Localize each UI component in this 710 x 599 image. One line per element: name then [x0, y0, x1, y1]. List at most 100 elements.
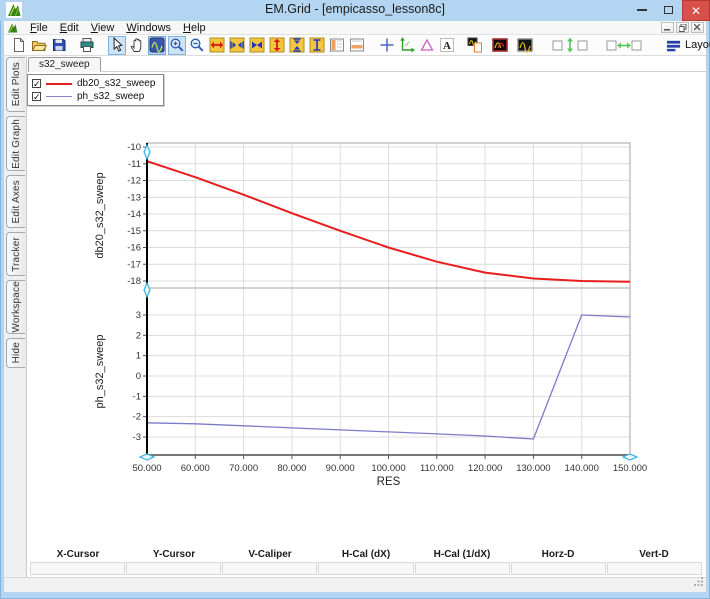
open-file-icon	[31, 37, 47, 53]
readout-column-label: Horz-D	[510, 549, 606, 560]
expand-x-button[interactable]	[208, 36, 226, 55]
readout-column-label: H-Cal (1/dX)	[414, 549, 510, 560]
legend-label: db20_s32_sweep	[77, 78, 155, 89]
svg-text:1: 1	[136, 351, 141, 362]
fit-y-icon	[309, 37, 325, 53]
sidebar-tab-label: Tracker	[11, 237, 22, 272]
menu-file[interactable]: File	[24, 22, 54, 34]
plot-style-dark-button[interactable]	[516, 36, 534, 55]
split-bottom-button[interactable]	[348, 36, 366, 55]
sidebar-tab-edit-axes[interactable]: Edit Axes	[6, 175, 25, 228]
svg-text:-14: -14	[127, 209, 141, 220]
child-restore-button[interactable]	[676, 22, 689, 33]
axis-handle-icon[interactable]	[144, 283, 150, 297]
minimize-button[interactable]	[630, 0, 654, 20]
readout-value-cell	[318, 562, 413, 575]
axes-tool-button[interactable]	[398, 36, 416, 55]
select-cursor-icon	[109, 37, 125, 53]
new-document-icon	[11, 37, 27, 53]
svg-text:130.000: 130.000	[516, 463, 550, 474]
sidebar-tabs: Edit Plots Edit Graph Edit Axes Tracker Work…	[4, 56, 26, 577]
add-crosshair-icon	[379, 37, 395, 53]
readout-value-cell	[607, 562, 702, 575]
fit-y-button[interactable]	[308, 36, 326, 55]
svg-text:-15: -15	[127, 226, 141, 237]
new-document-button[interactable]	[10, 36, 28, 55]
split-left-button[interactable]	[328, 36, 346, 55]
layout-dropdown-button[interactable]: Layout▼	[660, 36, 710, 55]
add-text-button[interactable]: A	[438, 36, 456, 55]
link-vertical-button[interactable]	[550, 36, 590, 55]
svg-text:-12: -12	[127, 176, 141, 187]
expand-y-icon	[269, 37, 285, 53]
svg-text:140.000: 140.000	[565, 463, 599, 474]
svg-text:-10: -10	[127, 142, 141, 153]
y-axis-label: ph_s32_sweep	[94, 334, 106, 408]
plot-style-red-button[interactable]	[491, 36, 509, 55]
menu-help[interactable]: Help	[177, 22, 212, 34]
sidebar-tab-tracker[interactable]: Tracker	[6, 232, 25, 276]
svg-text:-11: -11	[128, 159, 141, 170]
close-button[interactable]: ✕	[682, 0, 710, 21]
resize-grip-icon[interactable]	[694, 573, 704, 591]
readout-column-label: Y-Cursor	[126, 549, 222, 560]
plot-area[interactable]: -10-11-12-13-14-15-16-17-18db20_s32_swee…	[90, 138, 690, 490]
menu-edit[interactable]: Edit	[54, 22, 85, 34]
open-file-button[interactable]	[30, 36, 48, 55]
zoom-out-button[interactable]	[188, 36, 206, 55]
shrink-x-button[interactable]	[228, 36, 246, 55]
menu-windows[interactable]: Windows	[120, 22, 177, 34]
select-cursor-button[interactable]	[108, 36, 126, 55]
legend-item: ✓ db20_s32_sweep	[32, 77, 155, 90]
print-button[interactable]	[78, 36, 96, 55]
svg-text:150.000: 150.000	[613, 463, 647, 474]
copy-plot-button[interactable]	[466, 36, 484, 55]
svg-text:120.000: 120.000	[468, 463, 502, 474]
split-bottom-icon	[349, 37, 365, 53]
fit-x-icon	[249, 37, 265, 53]
readout-column-label: Vert-D	[606, 549, 702, 560]
status-bar	[4, 577, 706, 592]
legend-line-sample	[46, 83, 72, 85]
document-tab[interactable]: s32_sweep	[28, 57, 101, 72]
expand-y-button[interactable]	[268, 36, 286, 55]
shrink-y-button[interactable]	[288, 36, 306, 55]
split-left-icon	[329, 37, 345, 53]
plot-style-red-icon	[492, 37, 508, 53]
fit-x-button[interactable]	[248, 36, 266, 55]
svg-text:-3: -3	[133, 432, 141, 443]
sidebar-tab-label: Edit Axes	[11, 180, 22, 224]
maximize-button[interactable]	[656, 0, 680, 20]
readout-column-label: H-Cal (dX)	[318, 549, 414, 560]
menu-bar: FileEditViewWindowsHelp	[4, 21, 706, 35]
zoom-in-button[interactable]	[168, 36, 186, 55]
svg-text:-16: -16	[127, 243, 141, 254]
sidebar-tab-label: Edit Plots	[11, 62, 22, 106]
zoom-region-button[interactable]	[148, 36, 166, 55]
shrink-x-icon	[229, 37, 245, 53]
svg-text:100.000: 100.000	[371, 463, 405, 474]
expand-x-icon	[209, 37, 225, 53]
sidebar-tab-edit-graph[interactable]: Edit Graph	[6, 116, 25, 171]
delta-marker-button[interactable]	[418, 36, 436, 55]
link-horizontal-button[interactable]	[604, 36, 644, 55]
add-crosshair-button[interactable]	[378, 36, 396, 55]
pan-hand-button[interactable]	[128, 36, 146, 55]
svg-text:3: 3	[136, 310, 141, 321]
menu-view[interactable]: View	[85, 22, 121, 34]
legend-checkbox[interactable]: ✓	[32, 92, 41, 101]
save-file-button[interactable]	[50, 36, 68, 55]
app-window: EM.Grid - [empicasso_lesson8c] ✕ FileEdi…	[0, 0, 710, 599]
document-tabstrip: s32_sweep	[26, 56, 706, 72]
cursor-readout-values	[30, 562, 702, 575]
legend-item: ✓ph_s32_sweep	[32, 90, 155, 103]
svg-text:A: A	[443, 40, 451, 52]
sidebar-tab-workspace[interactable]: Workspace	[6, 280, 25, 334]
sidebar-tab-edit-plots[interactable]: Edit Plots	[6, 57, 25, 112]
sidebar-tab-hide[interactable]: Hide	[6, 338, 25, 368]
child-close-button[interactable]	[691, 22, 704, 33]
layout-icon	[666, 38, 681, 53]
legend-checkbox[interactable]: ✓	[32, 79, 41, 88]
child-minimize-button[interactable]	[661, 22, 674, 33]
link-horizontal-icon	[605, 37, 643, 53]
